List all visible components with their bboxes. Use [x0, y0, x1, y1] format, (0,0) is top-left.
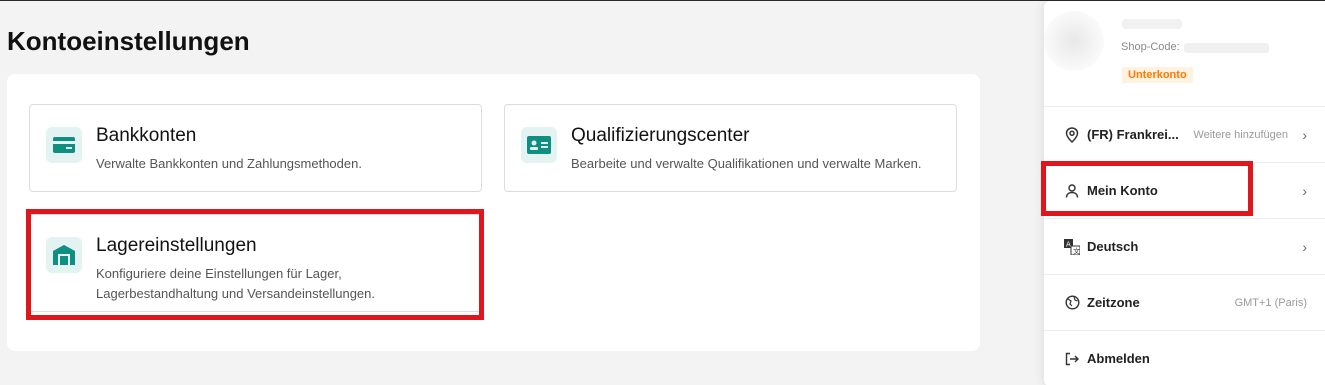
menu-item-label: (FR) Frankrei... [1087, 127, 1179, 142]
card-title: Bankkonten [96, 125, 197, 146]
menu-item-label: Deutsch [1087, 239, 1139, 254]
bank-accounts-card[interactable]: Bankkonten Verwalte Bankkonten und Zahlu… [29, 104, 482, 192]
menu-item-logout[interactable]: Abmelden [1044, 330, 1325, 385]
warehouse-icon [46, 237, 82, 273]
qualification-center-card[interactable]: Qualifizierungscenter Bearbeite und verw… [504, 104, 957, 192]
menu-item-sub: GMT+1 (Paris) [1234, 296, 1307, 309]
menu-item-label: Mein Konto [1087, 183, 1158, 198]
subaccount-badge: Unterkonto [1122, 67, 1193, 83]
person-icon [1064, 183, 1080, 199]
id-card-icon [521, 127, 557, 163]
menu-item-label: Zeitzone [1087, 295, 1140, 310]
settings-panel: Bankkonten Verwalte Bankkonten und Zahlu… [7, 74, 980, 351]
svg-text:A: A [1066, 240, 1071, 248]
location-pin-icon [1064, 126, 1080, 143]
card-title: Lagereinstellungen [96, 235, 257, 256]
card-description: Verwalte Bankkonten und Zahlungsmethoden… [96, 156, 362, 171]
warehouse-settings-card[interactable]: Lagereinstellungen Konfiguriere deine Ei… [29, 214, 482, 312]
card-icon [46, 127, 82, 163]
menu-item-label: Abmelden [1087, 351, 1150, 366]
logout-icon [1064, 351, 1080, 367]
translate-icon: A文 [1064, 238, 1080, 255]
chevron-right-icon: › [1302, 182, 1307, 199]
menu-item-language[interactable]: A文 Deutsch › [1044, 218, 1325, 274]
menu-item-my-account[interactable]: Mein Konto › [1044, 162, 1325, 218]
menu-item-region[interactable]: (FR) Frankrei... Weitere hinzufügen › [1044, 106, 1325, 162]
chevron-right-icon: › [1302, 238, 1307, 255]
globe-icon [1064, 295, 1080, 311]
card-title: Qualifizierungscenter [571, 125, 750, 146]
shop-code-label: Shop-Code: [1121, 41, 1180, 53]
shop-name-redacted [1122, 19, 1182, 29]
menu-item-timezone[interactable]: Zeitzone GMT+1 (Paris) [1044, 274, 1325, 330]
account-dropdown: Shop-Code: Unterkonto (FR) Frankrei... W… [1044, 1, 1325, 385]
chevron-right-icon: › [1302, 126, 1307, 143]
card-description: Bearbeite und verwalte Qualifikationen u… [571, 156, 922, 171]
menu-item-sub: Weitere hinzufügen [1193, 128, 1288, 141]
card-description: Konfiguriere deine Einstellungen für Lag… [96, 266, 376, 301]
page-title: Kontoeinstellungen [7, 26, 250, 56]
avatar [1044, 11, 1104, 71]
svg-text:文: 文 [1073, 246, 1080, 255]
shop-code-redacted [1184, 43, 1269, 53]
